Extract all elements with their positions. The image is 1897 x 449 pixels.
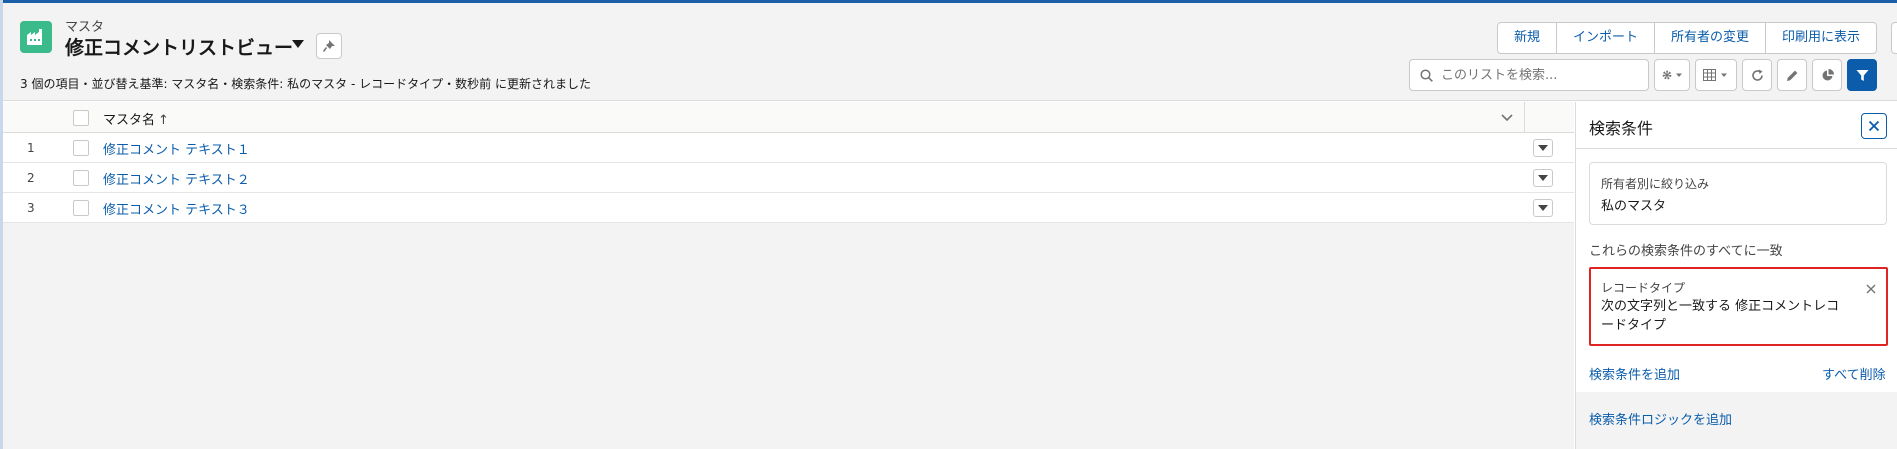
row-number: 2 [27, 171, 35, 185]
column-header-master-name[interactable]: マスタ名 ↑ [103, 109, 169, 128]
table-row: 2 修正コメント テキスト２ [3, 163, 1574, 193]
close-icon [1868, 120, 1880, 132]
filter-condition-value: 次の文字列と一致する 修正コメントレコードタイプ [1601, 299, 1840, 333]
record-type-filter-card[interactable]: レコードタイプ 次の文字列と一致する 修正コメントレコードタイプ [1589, 267, 1888, 346]
filter-panel-header: 検索条件 [1576, 102, 1897, 149]
overflow-button[interactable] [1891, 22, 1897, 54]
table-empty-area [3, 223, 1574, 449]
table-row: 1 修正コメント テキスト１ [3, 133, 1574, 163]
edit-list-button[interactable] [1777, 59, 1807, 91]
caret-down-icon [1538, 175, 1548, 181]
filter-match-text: これらの検索条件のすべてに一致 [1589, 244, 1783, 259]
owner-filter-value: 私のマスタ [1601, 199, 1667, 214]
chevron-down-icon[interactable] [1499, 109, 1515, 125]
caret-down-icon [1538, 205, 1548, 211]
filter-panel-title: 検索条件 [1589, 119, 1654, 138]
list-search [1409, 59, 1649, 91]
list-view-summary: 3 個の項目・並び替え基準: マスタ名・検索条件: 私のマスタ - レコードタイ… [20, 77, 591, 91]
sort-ascending-icon: ↑ [158, 113, 169, 128]
owner-filter-label: 所有者別に絞り込み [1601, 177, 1710, 191]
filter-panel: 検索条件 所有者別に絞り込み 私のマスタ これらの検索条件のすべてに一致 レコー… [1575, 102, 1897, 449]
pin-button[interactable] [316, 33, 342, 59]
list-view-picker-button[interactable] [288, 34, 308, 54]
page-title: 修正コメントリストビュー [65, 37, 294, 59]
refresh-button[interactable] [1742, 59, 1772, 91]
table-header: マスタ名 ↑ [3, 102, 1574, 133]
row-number: 3 [27, 201, 35, 215]
remove-all-link[interactable]: すべて削除 [1822, 364, 1886, 383]
gear-icon [1662, 70, 1682, 80]
printable-view-button[interactable]: 印刷用に表示 [1766, 23, 1876, 53]
record-link[interactable]: 修正コメント テキスト１ [103, 139, 250, 158]
row-checkbox[interactable] [73, 170, 89, 186]
refresh-icon [1751, 69, 1763, 81]
search-input[interactable] [1441, 67, 1641, 83]
new-button[interactable]: 新規 [1498, 23, 1558, 53]
filter-icon [1856, 69, 1868, 81]
owner-filter-card[interactable]: 所有者別に絞り込み 私のマスタ [1589, 162, 1887, 225]
list-settings-button[interactable] [1654, 59, 1690, 91]
select-all-checkbox[interactable] [73, 110, 89, 126]
row-checkbox[interactable] [73, 140, 89, 156]
header-action-buttons: 新規 インポート 所有者の変更 印刷用に表示 [1497, 22, 1878, 54]
caret-down-icon [1538, 145, 1548, 151]
column-divider [1524, 102, 1525, 133]
pie-chart-icon [1822, 68, 1834, 80]
add-filter-link[interactable]: 検索条件を追加 [1589, 364, 1680, 383]
row-checkbox[interactable] [73, 200, 89, 216]
record-link[interactable]: 修正コメント テキスト２ [103, 169, 250, 188]
table-row: 3 修正コメント テキスト３ [3, 193, 1574, 223]
add-filter-logic-link[interactable]: 検索条件ロジックを追加 [1589, 409, 1732, 428]
close-icon [1866, 284, 1876, 294]
change-owner-button[interactable]: 所有者の変更 [1655, 23, 1767, 53]
row-actions-button[interactable] [1533, 169, 1553, 187]
close-filter-panel-button[interactable] [1861, 113, 1887, 139]
search-icon [1420, 68, 1433, 82]
import-button[interactable]: インポート [1557, 23, 1656, 53]
filters-button[interactable] [1847, 59, 1877, 91]
factory-icon [20, 21, 52, 53]
column-header-label: マスタ名 [103, 113, 156, 128]
row-actions-button[interactable] [1533, 139, 1553, 157]
row-actions-button[interactable] [1533, 199, 1553, 217]
caret-down-icon [292, 40, 304, 48]
filter-logic-area: 検索条件ロジックを追加 [1576, 392, 1897, 449]
remove-filter-button[interactable] [1863, 281, 1879, 297]
table-icon [1703, 69, 1727, 81]
record-link[interactable]: 修正コメント テキスト３ [103, 199, 250, 218]
row-number: 1 [27, 141, 35, 155]
list-view-header: マスタ 修正コメントリストビュー 3 個の項目・並び替え基準: マスタ名・検索条… [3, 3, 1897, 101]
pin-icon [323, 40, 335, 52]
pencil-icon [1786, 70, 1797, 81]
charts-button[interactable] [1812, 59, 1842, 91]
display-as-button[interactable] [1695, 59, 1737, 91]
filter-field-label: レコードタイプ [1601, 281, 1686, 295]
